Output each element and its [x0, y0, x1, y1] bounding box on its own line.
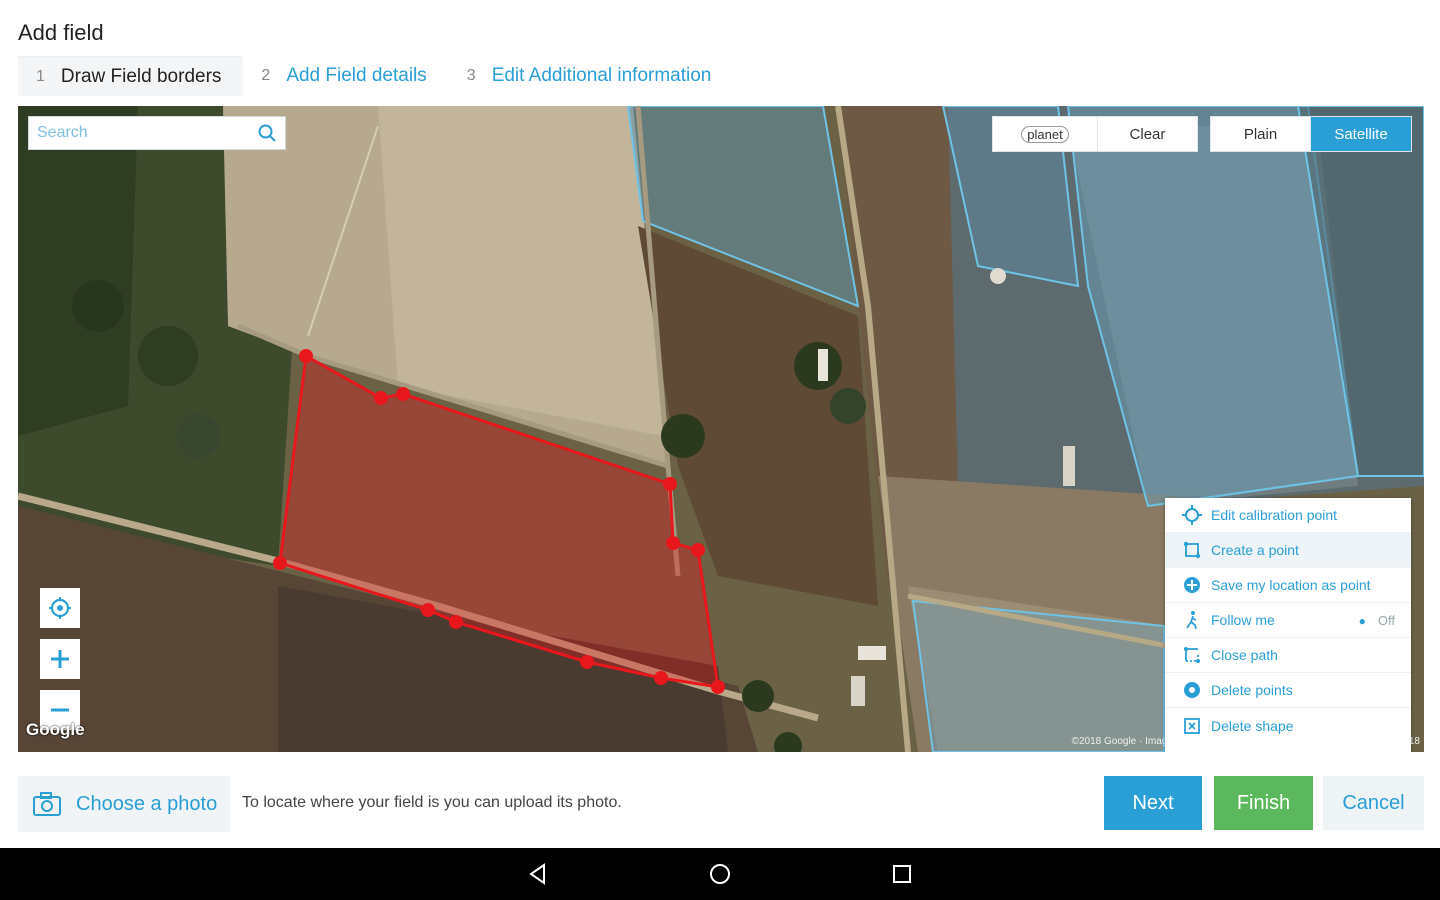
map-search-box[interactable]: [28, 116, 286, 150]
square-dots-icon: [1181, 539, 1203, 561]
back-icon[interactable]: [526, 862, 550, 886]
map-view[interactable]: planet Clear Plain Satellite: [18, 106, 1424, 752]
border-vertex-handle[interactable]: [299, 349, 313, 363]
minus-icon: [51, 708, 69, 712]
page-title: Add field: [18, 20, 104, 45]
border-vertex-handle[interactable]: [654, 671, 668, 685]
search-icon[interactable]: [257, 123, 277, 143]
plus-circle-icon: [1181, 574, 1203, 596]
drawing-tools-menu: Edit calibration point Create a point Sa…: [1165, 498, 1411, 752]
google-logo: Google: [26, 720, 85, 739]
menu-create-point[interactable]: Create a point: [1165, 533, 1411, 568]
planet-layer-button[interactable]: planet: [993, 117, 1098, 151]
delete-shape-icon: [1181, 715, 1203, 737]
step-draw-borders[interactable]: 1 Draw Field borders: [18, 56, 244, 96]
delete-points-icon: [1181, 679, 1203, 701]
border-vertex-handle[interactable]: [666, 536, 680, 550]
planet-logo: planet: [1021, 125, 1069, 143]
plain-map-button[interactable]: Plain: [1211, 117, 1311, 151]
stepper: 1 Draw Field borders 2 Add Field details…: [18, 56, 733, 96]
menu-delete-shape[interactable]: Delete shape: [1165, 708, 1411, 743]
my-location-button[interactable]: [40, 588, 80, 628]
step-number: 1: [36, 67, 45, 85]
map-type-toggle: Plain Satellite: [1210, 116, 1412, 152]
finish-button[interactable]: Finish: [1214, 776, 1313, 830]
add-field-screen: Add field 1 Draw Field borders 2 Add Fie…: [0, 0, 1440, 900]
border-vertex-handle[interactable]: [396, 387, 410, 401]
border-vertex-handle[interactable]: [273, 556, 287, 570]
zoom-in-button[interactable]: [40, 639, 80, 679]
step-label: Edit Additional information: [491, 65, 712, 86]
step-number: 3: [466, 67, 476, 84]
step-field-details[interactable]: 2 Add Field details: [243, 56, 448, 96]
search-input[interactable]: [37, 124, 257, 142]
border-vertex-handle[interactable]: [449, 615, 463, 629]
menu-item-label: Delete points: [1211, 682, 1293, 698]
menu-item-label: Save my location as point: [1211, 577, 1371, 593]
cancel-button[interactable]: Cancel: [1323, 776, 1424, 830]
layer-toggle: planet Clear: [992, 116, 1198, 152]
menu-item-label: Close path: [1211, 647, 1278, 663]
step-additional-info[interactable]: 3 Edit Additional information: [449, 56, 734, 96]
home-icon[interactable]: [708, 862, 732, 886]
menu-save-location[interactable]: Save my location as point: [1165, 568, 1411, 603]
menu-item-label: Create a point: [1211, 542, 1299, 558]
crosshair-icon: [1181, 504, 1203, 526]
step-label: Draw Field borders: [60, 65, 222, 87]
choose-photo-label: Choose a photo: [76, 792, 218, 815]
satellite-map-button[interactable]: Satellite: [1311, 117, 1411, 151]
next-button[interactable]: Next: [1104, 776, 1202, 830]
bottom-bar: Choose a photo To locate where your fiel…: [0, 752, 1440, 848]
border-vertex-handle[interactable]: [711, 680, 725, 694]
menu-edit-calibration-point[interactable]: Edit calibration point: [1165, 498, 1411, 533]
menu-item-label: Edit calibration point: [1211, 507, 1338, 523]
menu-item-label: Follow me: [1211, 612, 1275, 628]
crosshair-icon: [49, 597, 71, 619]
border-vertex-handle[interactable]: [691, 543, 705, 557]
android-nav-bar: [0, 848, 1440, 900]
step-label: Add Field details: [286, 65, 427, 86]
photo-hint: To locate where your field is you can up…: [242, 794, 622, 811]
choose-photo-button[interactable]: Choose a photo: [18, 776, 230, 832]
plus-icon: [51, 650, 69, 668]
clear-layer-button[interactable]: Clear: [1098, 117, 1197, 151]
walk-icon: [1181, 609, 1203, 631]
step-number: 2: [261, 67, 271, 84]
field-polygon[interactable]: [278, 353, 720, 689]
border-vertex-handle[interactable]: [374, 391, 388, 405]
border-vertex-handle[interactable]: [421, 603, 435, 617]
menu-delete-points[interactable]: Delete points: [1165, 673, 1411, 708]
recents-icon[interactable]: [890, 862, 914, 886]
border-vertex-handle[interactable]: [580, 655, 594, 669]
follow-me-state[interactable]: ● Off: [1359, 613, 1395, 628]
camera-icon: [33, 792, 61, 816]
border-vertex-handle[interactable]: [663, 477, 677, 491]
close-path-icon: [1181, 644, 1203, 666]
menu-item-label: Delete shape: [1211, 717, 1294, 734]
menu-follow-me[interactable]: Follow me ● Off: [1165, 603, 1411, 638]
menu-close-path[interactable]: Close path: [1165, 638, 1411, 673]
